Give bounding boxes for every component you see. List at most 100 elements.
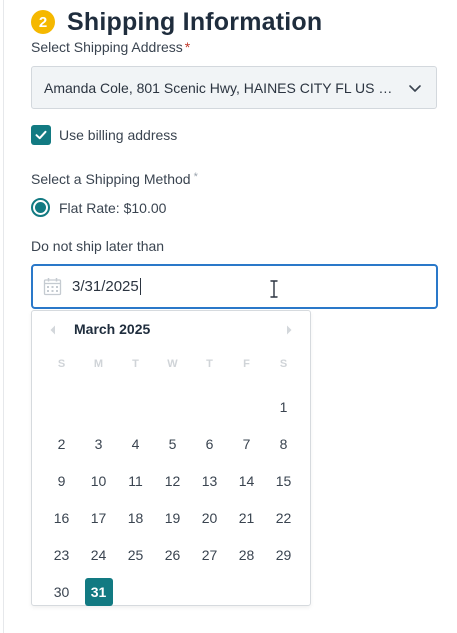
calendar-blank-cell [228,388,265,425]
shipping-address-label: Select Shipping Address * [31,39,190,55]
calendar-day[interactable]: 1 [265,388,302,425]
calendar-blank-cell [191,388,228,425]
text-cursor-icon [270,280,278,298]
chevron-right-icon[interactable] [284,325,294,335]
text-caret [139,278,141,296]
calendar-day[interactable]: 10 [80,462,117,499]
calendar-day[interactable]: 5 [154,425,191,462]
calendar-day[interactable]: 17 [80,499,117,536]
calendar-day-number: 25 [127,546,144,563]
calendar-day[interactable]: 21 [228,499,265,536]
calendar-day[interactable]: 23 [43,536,80,573]
required-mark: * [184,39,191,55]
calendar-day-number: 27 [201,546,218,563]
calendar-day-number: 6 [205,435,214,452]
calendar-day-number: 30 [53,583,70,600]
radio-selected-dot [35,202,46,213]
ship-by-date-value: 3/31/2025 [72,278,141,296]
calendar-day-number: 23 [53,546,70,563]
use-billing-address-row: Use billing address [31,125,177,145]
calendar-day[interactable]: 14 [228,462,265,499]
calendar-weekday: T [132,358,139,370]
calendar-day[interactable]: 20 [191,499,228,536]
calendar-blank-cell [154,388,191,425]
ship-by-date-input[interactable]: 3/31/2025 [31,264,438,309]
calendar-day-number: 12 [164,472,181,489]
calendar-day-number: 18 [127,509,144,526]
calendar-day[interactable]: 24 [80,536,117,573]
calendar-weekday: W [167,358,178,370]
calendar-day[interactable]: 4 [117,425,154,462]
calendar-day[interactable]: 12 [154,462,191,499]
ship-by-date-text: 3/31/2025 [72,277,139,295]
calendar-day[interactable]: 11 [117,462,154,499]
flat-rate-radio[interactable] [31,198,50,217]
chevron-down-icon [409,85,421,92]
check-icon [35,130,47,140]
required-mark: * [193,171,198,183]
calendar-blank-cell [43,388,80,425]
calendar-day[interactable]: 26 [154,536,191,573]
calendar-day-number: 17 [90,509,107,526]
calendar-day[interactable]: 29 [265,536,302,573]
calendar-month-label: March 2025 [74,321,151,337]
calendar-day[interactable]: 7 [228,425,265,462]
calendar-day-number: 15 [275,472,292,489]
calendar-day-number: 26 [164,546,181,563]
calendar-day[interactable]: 13 [191,462,228,499]
use-billing-address-label: Use billing address [59,127,178,143]
calendar-day-number: 20 [201,509,218,526]
calendar-day-number: 8 [279,435,288,452]
calendar-day-number: 24 [90,546,107,563]
calendar-weekday: M [93,358,104,370]
section-title: Shipping Information [67,7,323,36]
calendar-day[interactable]: 22 [265,499,302,536]
shipping-address-value: Amanda Cole, 801 Scenic Hwy, HAINES CITY… [44,79,396,96]
calendar-blank-cell [117,388,154,425]
calendar-day-number: 1 [279,398,288,415]
date-picker-calendar: March 2025 S M T W T F S 1 2 3 4 5 6 7 8 9 10 11 12 13 14 15 1… [31,310,311,606]
calendar-day-number: 28 [238,546,255,563]
calendar-day-selected[interactable]: 31 [80,573,117,610]
use-billing-address-checkbox[interactable] [31,125,51,145]
calendar-day[interactable]: 30 [43,573,80,610]
calendar-day[interactable]: 3 [80,425,117,462]
ship-by-label: Do not ship later than [31,238,165,254]
calendar-day[interactable]: 28 [228,536,265,573]
calendar-day-number: 13 [201,472,218,489]
calendar-day-number: 11 [128,472,143,489]
calendar-day[interactable]: 27 [191,536,228,573]
calendar-day-number: 4 [131,435,140,452]
calendar-day[interactable]: 15 [265,462,302,499]
calendar-day-number: 14 [238,472,255,489]
calendar-day[interactable]: 25 [117,536,154,573]
calendar-day[interactable]: 8 [265,425,302,462]
calendar-day[interactable]: 9 [43,462,80,499]
calendar-day[interactable]: 6 [191,425,228,462]
flat-rate-label: Flat Rate: $10.00 [59,199,167,216]
calendar-day[interactable]: 2 [43,425,80,462]
chevron-left-icon[interactable] [48,325,58,335]
calendar-day-number: 29 [275,546,292,563]
shipping-method-label-text: Select a Shipping Method [31,171,191,187]
calendar-day-number: 9 [57,472,66,489]
calendar-day[interactable]: 16 [43,499,80,536]
calendar-day-number: 10 [90,472,107,489]
panel-divider [3,0,4,633]
calendar-weekday: S [279,358,288,370]
shipping-address-select[interactable]: Amanda Cole, 801 Scenic Hwy, HAINES CITY… [31,66,437,109]
calendar-day-number: 2 [57,435,66,452]
section-header: 2 Shipping Information [31,6,322,38]
calendar-day-number: 5 [168,435,177,452]
step-badge: 2 [31,10,55,34]
calendar-blank-cell [80,388,117,425]
calendar-day[interactable]: 19 [154,499,191,536]
calendar-day[interactable]: 18 [117,499,154,536]
calendar-weekday: T [206,358,213,370]
calendar-day-number: 7 [242,435,251,452]
calendar-icon [43,278,62,296]
calendar-weekday: F [243,358,250,370]
calendar-grid: S M T W T F S 1 2 3 4 5 6 7 8 9 10 11 12 13 14 15 16 17 18 19 20 21… [43,351,302,610]
calendar-weekday: S [57,358,66,370]
flat-rate-option: Flat Rate: $10.00 [31,198,166,217]
